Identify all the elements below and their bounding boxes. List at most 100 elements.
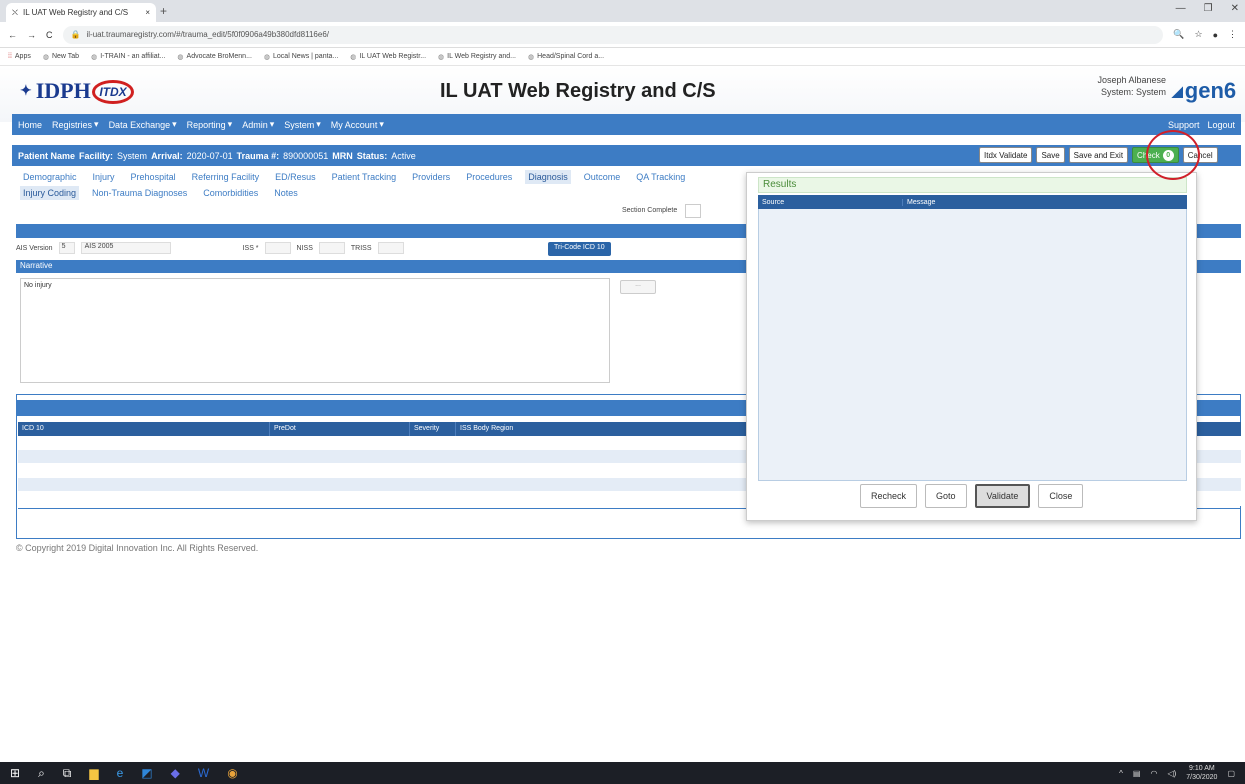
save-exit-button[interactable]: Save and Exit (1068, 147, 1129, 163)
nav-item-system[interactable]: System ▾ (284, 119, 321, 130)
subtab-non-trauma-diagnoses[interactable]: Non-Trauma Diagnoses (89, 186, 190, 200)
system-tray: ^ ▤ ◠ ◁) 9:10 AM 7/30/2020 ▢ (1119, 764, 1235, 782)
save-button[interactable]: Save (1036, 147, 1065, 163)
user-system: System: System (1100, 87, 1166, 97)
bookmark-item[interactable]: ◍ Local News | panta... (264, 53, 338, 61)
tray-chevron-icon[interactable]: ^ (1119, 769, 1123, 778)
bookmark-label: Head/Spinal Cord a... (537, 53, 605, 60)
arrival-value: 2020-07-01 (186, 150, 233, 161)
back-icon[interactable]: ← (8, 30, 17, 40)
recheck-button[interactable]: Recheck (860, 484, 918, 508)
tab-diagnosis[interactable]: Diagnosis (525, 170, 571, 184)
reload-icon[interactable]: C (46, 30, 53, 40)
tri-code-button[interactable]: Tri-Code ICD 10 (548, 242, 611, 256)
bookmark-item[interactable]: ◍ I-TRAIN - an affiliat... (91, 53, 165, 61)
tab-referring-facility[interactable]: Referring Facility (189, 170, 263, 184)
wifi-icon[interactable]: ◠ (1150, 769, 1157, 778)
subtab-comorbidities[interactable]: Comorbidities (200, 186, 261, 200)
validate-button[interactable]: Validate (974, 484, 1031, 508)
narrative-button[interactable]: ... (620, 280, 656, 294)
bookmark-item[interactable]: ◍ New Tab (43, 53, 79, 61)
volume-icon[interactable]: ◁) (1167, 769, 1176, 778)
nav-item-reporting[interactable]: Reporting ▾ (187, 119, 233, 130)
iss-field[interactable] (264, 242, 291, 254)
narrative-textarea[interactable]: No injury (20, 278, 610, 383)
favicon-icon: ⛌ (12, 7, 18, 17)
tab-prehospital[interactable]: Prehospital (128, 170, 179, 184)
itdx-validate-button[interactable]: Itdx Validate (979, 147, 1033, 163)
ais-version-field[interactable]: 5 (58, 242, 75, 254)
bookmark-favicon-icon: ◍ (42, 53, 49, 61)
windows-start-icon[interactable]: ⊞ (10, 766, 20, 780)
results-table (758, 195, 1187, 481)
nav-item-admin[interactable]: Admin ▾ (242, 119, 274, 130)
star-icon[interactable]: ☆ (1194, 29, 1202, 40)
bookmarks-bar: ⁞⁞ Apps ◍ New Tab ◍ I-TRAIN - an affiliat... ◍… (0, 48, 1245, 66)
tab-ed-resus[interactable]: ED/Resus (272, 170, 319, 184)
forward-icon[interactable]: → (27, 30, 36, 40)
task-view-icon[interactable]: ⧉ (63, 766, 72, 781)
nav-item-home[interactable]: Home (18, 120, 42, 130)
nav-item-my-account[interactable]: My Account ▾ (331, 119, 384, 130)
nav-item-registries[interactable]: Registries ▾ (52, 119, 99, 130)
url-field[interactable]: 🔒 il-uat.traumaregistry.com/#/trauma_edi… (62, 25, 1164, 44)
itdx-logo: ITDX (92, 80, 134, 104)
clock[interactable]: 9:10 AM 7/30/2020 (1186, 764, 1217, 782)
triss-label: TRISS (350, 244, 372, 252)
tab-outcome[interactable]: Outcome (581, 170, 624, 184)
tab-patient-tracking[interactable]: Patient Tracking (329, 170, 400, 184)
notification-icon[interactable]: ▢ (1227, 769, 1235, 778)
tab-demographic[interactable]: Demographic (20, 170, 80, 184)
section-complete-checkbox[interactable] (685, 204, 701, 218)
goto-button[interactable]: Goto (925, 484, 967, 508)
browser-tab-bar (0, 0, 1245, 22)
chrome-icon[interactable]: ◉ (227, 766, 237, 780)
support-link[interactable]: Support (1168, 120, 1200, 130)
niss-field[interactable] (318, 242, 345, 254)
teams-icon[interactable]: ◆ (171, 766, 180, 780)
bookmark-item[interactable]: ◍ IL UAT Web Registr... (350, 53, 426, 61)
word-icon[interactable]: W (198, 766, 209, 780)
ais-year-field[interactable]: AIS 2005 (80, 242, 171, 254)
bookmark-item[interactable]: ◍ IL Web Registry and... (438, 53, 516, 61)
zoom-icon[interactable]: 🔍 (1173, 29, 1184, 40)
chevron-down-icon: ▾ (269, 119, 275, 129)
status-value: Active (391, 150, 416, 161)
mrn-label: MRN (332, 150, 353, 161)
user-name: Joseph Albanese (1097, 75, 1166, 85)
section-complete-label: Section Complete (622, 207, 678, 214)
col-iss-body-region: ISS Body Region (460, 425, 514, 432)
close-button[interactable]: Close (1038, 484, 1084, 508)
edge-icon[interactable]: e (117, 766, 124, 780)
triss-field[interactable] (377, 242, 404, 254)
close-window-icon[interactable]: ✕ (1231, 3, 1239, 14)
subtab-notes[interactable]: Notes (271, 186, 301, 200)
logout-link[interactable]: Logout (1207, 120, 1235, 130)
tab-qa-tracking[interactable]: QA Tracking (633, 170, 688, 184)
network-icon[interactable]: ▤ (1133, 769, 1141, 778)
chevron-down-icon: ▾ (172, 119, 177, 129)
search-icon[interactable]: ⌕ (38, 766, 45, 781)
menu-dots-icon[interactable]: ⋮ (1228, 29, 1237, 40)
lock-icon: 🔒 (70, 30, 81, 39)
tab-injury[interactable]: Injury (90, 170, 118, 184)
minimize-icon[interactable]: — (1176, 3, 1186, 14)
maximize-icon[interactable]: ❐ (1204, 3, 1213, 14)
outlook-icon[interactable]: ◩ (141, 766, 152, 780)
gen6-logo: ◢ gen6 (1172, 78, 1237, 103)
browser-tab[interactable]: ⛌ IL UAT Web Registry and C/S × (6, 3, 156, 22)
file-explorer-icon[interactable]: ▆ (89, 766, 98, 780)
profile-icon[interactable]: ● (1213, 30, 1218, 40)
chevron-down-icon: ▾ (316, 119, 321, 129)
bookmark-apps[interactable]: ⁞⁞ Apps (8, 53, 31, 60)
subtab-injury-coding[interactable]: Injury Coding (20, 186, 80, 200)
niss-label: NISS (296, 244, 313, 252)
bookmark-label: Advocate BroMenn... (186, 53, 252, 60)
new-tab-button[interactable]: + (160, 4, 167, 18)
bookmark-item[interactable]: ◍ Advocate BroMenn... (177, 53, 251, 61)
tab-procedures[interactable]: Procedures (463, 170, 515, 184)
close-tab-icon[interactable]: × (145, 8, 150, 17)
tab-providers[interactable]: Providers (409, 170, 453, 184)
nav-item-data-exchange[interactable]: Data Exchange ▾ (109, 119, 177, 130)
bookmark-item[interactable]: ◍ Head/Spinal Cord a... (528, 53, 604, 61)
